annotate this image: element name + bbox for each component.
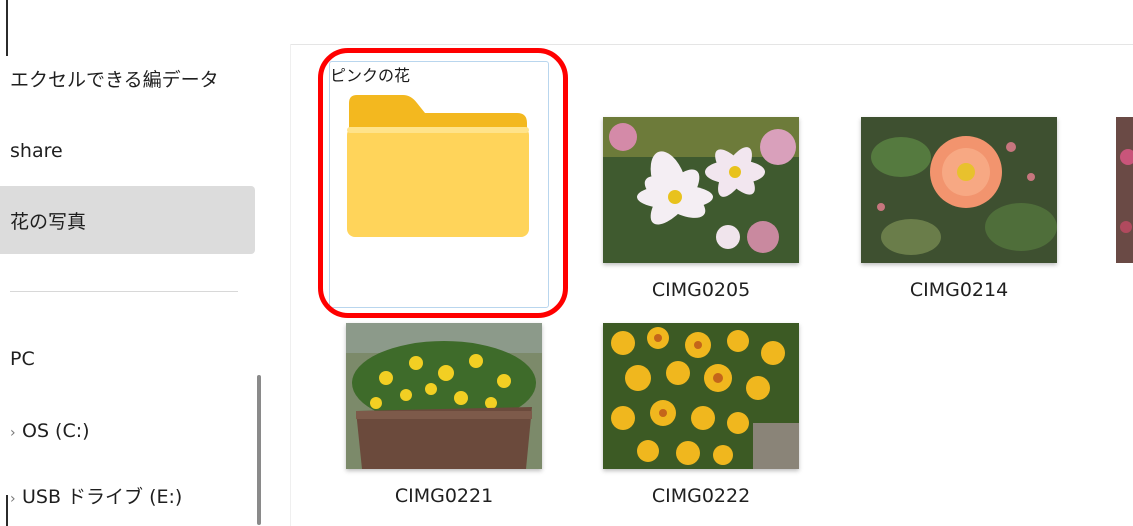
navigation-pane: エクセルできる編データ share 花の写真 PC › OS (C:) › USB …	[0, 0, 262, 526]
nav-item-label: PC	[10, 348, 35, 370]
nav-item-share[interactable]: share	[0, 125, 255, 177]
nav-item-drive-c[interactable]: › OS (C:)	[0, 405, 255, 457]
nav-item-label: › USB ドライブ (E:)	[10, 485, 183, 508]
sidebar-scrollbar[interactable]	[257, 375, 261, 525]
nav-item-label: › OS (C:)	[10, 420, 90, 442]
file-tile-image[interactable]: CIMG0222	[583, 323, 819, 523]
image-thumbnail	[603, 117, 799, 263]
expand-chevron-icon[interactable]: ›	[10, 491, 18, 507]
image-thumbnail	[861, 117, 1057, 263]
file-tile-folder[interactable]: ピンクの花	[329, 61, 549, 308]
nav-item-excel-data[interactable]: エクセルできる編データ	[0, 52, 255, 104]
image-thumbnail-partial	[1116, 117, 1133, 263]
nav-separator	[10, 291, 238, 292]
file-name: CIMG0222	[651, 485, 751, 507]
nav-item-label: エクセルできる編データ	[10, 68, 219, 91]
image-thumbnail	[346, 323, 542, 469]
nav-item-usb-drive[interactable]: › USB ドライブ (E:)	[0, 469, 255, 521]
folder-icon	[347, 95, 529, 237]
file-tile-image[interactable]: CIMG0221	[326, 323, 562, 523]
nav-item-flower-photos[interactable]: 花の写真	[0, 186, 255, 254]
nav-item-label: 花の写真	[10, 210, 87, 233]
file-name: CIMG0214	[909, 279, 1009, 301]
nav-item-label: share	[10, 140, 63, 162]
nav-item-pc[interactable]: PC	[0, 333, 255, 385]
file-tile-image[interactable]: CIMG0205	[583, 117, 819, 317]
file-name: ピンクの花	[330, 66, 411, 85]
image-thumbnail	[603, 323, 799, 469]
file-name: CIMG0221	[394, 485, 494, 507]
expand-chevron-icon[interactable]: ›	[10, 425, 18, 441]
file-tile-image[interactable]: CIMG0214	[841, 117, 1077, 317]
file-view: ピンクの花 CIMG0205 CIMG0214 CIMG0221 CIMG022…	[291, 45, 1133, 526]
file-name: CIMG0205	[651, 279, 751, 301]
